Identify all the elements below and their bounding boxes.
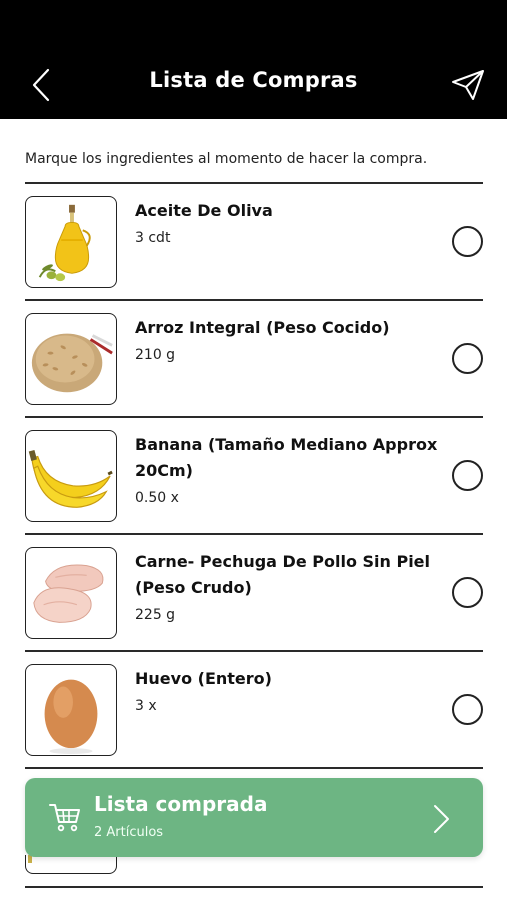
item-quantity: 3 x: [135, 698, 157, 714]
olive-oil-image: [25, 196, 117, 288]
list-item[interactable]: Banana (Tamaño Mediano Approx 20Cm) 0.50…: [25, 418, 483, 535]
brown-rice-image: [25, 313, 117, 405]
item-checkbox[interactable]: [452, 577, 483, 608]
list-item[interactable]: Huevo (Entero) 3 x: [25, 652, 483, 769]
cart-icon: [49, 804, 80, 832]
partial-item-image: [25, 855, 117, 874]
item-quantity: 210 g: [135, 347, 176, 363]
item-name: Huevo (Entero): [135, 669, 272, 688]
app-header: Lista de Compras: [0, 0, 507, 119]
share-button[interactable]: [448, 66, 488, 104]
item-quantity: 225 g: [135, 607, 176, 623]
item-name: Arroz Integral (Peso Cocido): [135, 318, 390, 337]
divider: [25, 886, 483, 888]
chevron-right-icon: [434, 805, 449, 833]
egg-image: [25, 664, 117, 756]
item-checkbox[interactable]: [452, 343, 483, 374]
item-name: Carne- Pechuga De Pollo Sin Piel (Peso C…: [135, 552, 431, 597]
item-quantity: 0.50 x: [135, 490, 179, 506]
item-name: Banana (Tamaño Mediano Approx 20Cm): [135, 435, 438, 480]
purchased-items-count: 2 Artículos: [94, 825, 164, 840]
list-item[interactable]: Arroz Integral (Peso Cocido) 210 g: [25, 301, 483, 418]
list-item[interactable]: Carne- Pechuga De Pollo Sin Piel (Peso C…: [25, 535, 483, 652]
item-name: Aceite De Oliva: [135, 201, 273, 220]
list-item[interactable]: Aceite De Oliva 3 cdt: [25, 184, 483, 301]
item-checkbox[interactable]: [452, 226, 483, 257]
chicken-breast-image: [25, 547, 117, 639]
item-checkbox[interactable]: [452, 460, 483, 491]
paper-plane-icon: [452, 70, 484, 100]
page-title: Lista de Compras: [149, 68, 358, 92]
purchased-list-title: Lista comprada: [94, 792, 268, 816]
banana-image: [25, 430, 117, 522]
item-checkbox[interactable]: [452, 694, 483, 725]
instruction-text: Marque los ingredientes al momento de ha…: [25, 151, 428, 167]
purchased-list-button[interactable]: Lista comprada 2 Artículos: [25, 778, 483, 857]
item-quantity: 3 cdt: [135, 230, 171, 246]
